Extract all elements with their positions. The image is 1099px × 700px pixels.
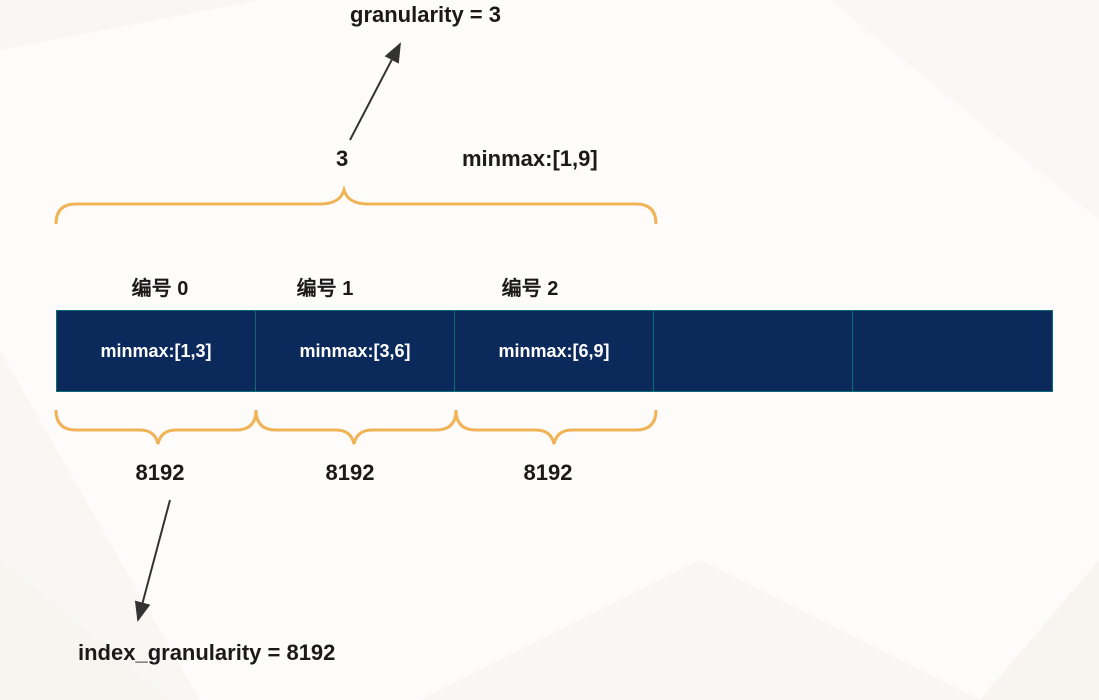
granularity-label: granularity = 3 (350, 2, 501, 28)
block-size-1: 8192 (250, 460, 450, 486)
granule-cell-1: minmax:[3,6] (256, 311, 455, 391)
granule-cell-3-empty (654, 311, 853, 391)
granule-row: minmax:[1,3] minmax:[3,6] minmax:[6,9] (56, 310, 1053, 392)
granule-cell-2: minmax:[6,9] (455, 311, 654, 391)
brace-top (56, 190, 656, 224)
granule-cell-0: minmax:[1,3] (57, 311, 256, 391)
granularity-value: 3 (336, 146, 348, 172)
brace-bottom-2 (456, 410, 656, 444)
minmax-full-range: minmax:[1,9] (462, 146, 598, 172)
brace-bottom-1 (256, 410, 456, 444)
block-size-0: 8192 (60, 460, 260, 486)
block-size-2: 8192 (448, 460, 648, 486)
index-granularity-label: index_granularity = 8192 (78, 640, 335, 666)
arrow-index-granularity (138, 500, 170, 620)
arrow-granularity (350, 44, 400, 140)
brace-bottom-0 (56, 410, 256, 444)
block-label-2: 编号 2 (430, 272, 630, 301)
granule-cell-4-empty (853, 311, 1052, 391)
block-label-1: 编号 1 (225, 272, 425, 301)
diagram-canvas: granularity = 3 3 minmax:[1,9] 编号 0 编号 1… (0, 0, 1099, 700)
